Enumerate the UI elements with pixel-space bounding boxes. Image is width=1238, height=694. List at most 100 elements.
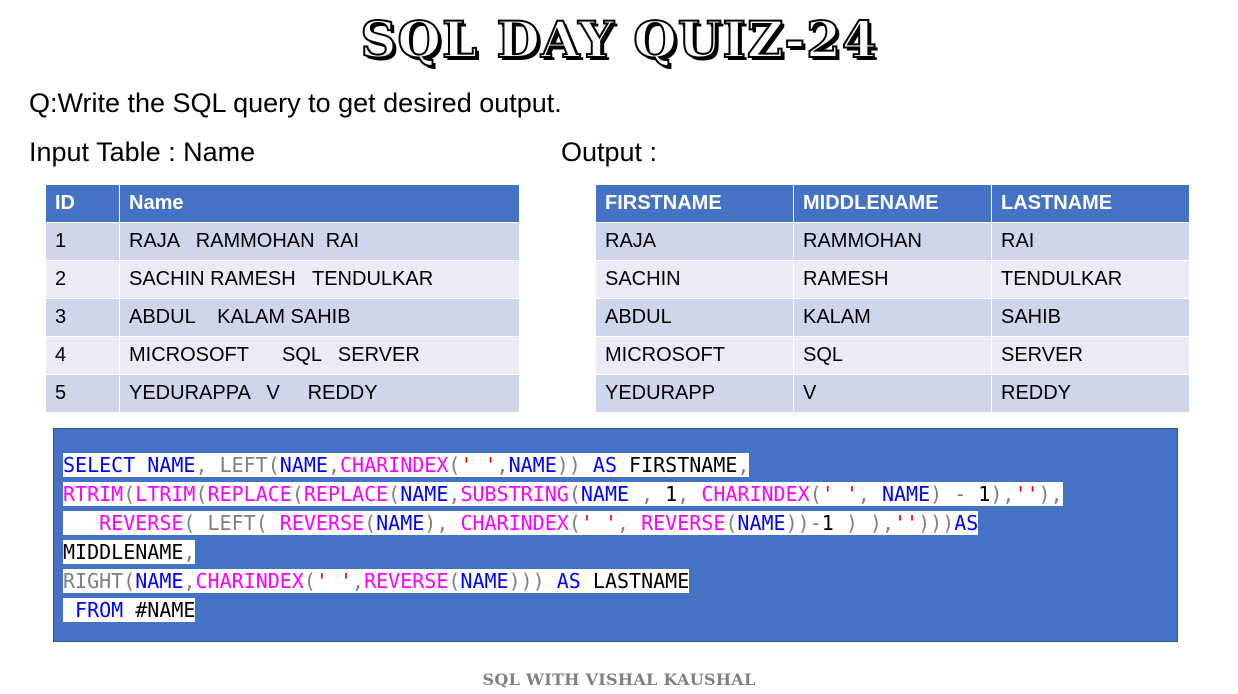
code-line: SELECT NAME, LEFT(NAME,CHARINDEX(' ',NAM… [63, 453, 750, 477]
code-token: ' ' [460, 453, 497, 477]
code-token: ' ' [315, 569, 353, 593]
code-token: )) [556, 453, 581, 477]
code-token: ( [291, 482, 304, 506]
cell-firstname: YEDURAPP [595, 374, 794, 413]
sql-code-box: SELECT NAME, LEFT(NAME,CHARINDEX(' ',NAM… [53, 428, 1178, 642]
cell-firstname: ABDUL [595, 298, 794, 337]
cell-name: MICROSOFT SQL SERVER [119, 336, 520, 375]
code-token: ) [845, 511, 858, 535]
code-token: ( [123, 569, 136, 593]
code-line: MIDDLENAME, [63, 540, 196, 564]
code-token: ( [448, 453, 461, 477]
code-token: SELECT [63, 453, 136, 477]
cell-id: 1 [45, 222, 120, 261]
input-table-label: Input Table : Name [29, 137, 256, 167]
cell-lastname: TENDULKAR [991, 260, 1190, 299]
cell-name: YEDURAPPA V REDDY [119, 374, 520, 413]
cell-middlename: KALAM [793, 298, 992, 337]
code-token: RTRIM [63, 482, 124, 506]
code-token: , [352, 569, 365, 593]
table-header-row: ID Name [45, 184, 520, 223]
cell-middlename: RAMESH [793, 260, 992, 299]
code-token: ( [183, 511, 196, 535]
code-token: NAME [580, 482, 630, 506]
footer-credit: SQL WITH VISHAL KAUSHAL [482, 670, 756, 689]
code-token: ), [424, 511, 449, 535]
code-token: RIGHT [63, 569, 124, 593]
table-row: 1 RAJA RAMMOHAN RAI [45, 222, 520, 261]
column-header-middlename: MIDDLENAME [793, 184, 992, 223]
code-token: '' [1014, 482, 1039, 506]
table-row: 3 ABDUL KALAM SAHIB [45, 298, 520, 337]
input-table: ID Name 1 RAJA RAMMOHAN RAI 2 SACHIN RAM… [45, 184, 520, 413]
code-token: NAME [147, 453, 196, 477]
code-token: NAME [279, 453, 328, 477]
code-token: FIRSTNAME [617, 453, 738, 477]
page-title: SQL DAY QUIZ-24 [359, 9, 878, 70]
code-token: #NAME [123, 598, 196, 622]
code-token: ( [255, 511, 268, 535]
code-token: , [496, 453, 509, 477]
table-row: YEDURAPP V REDDY [595, 374, 1190, 413]
code-token: REPLACE [303, 482, 389, 506]
code-token: ))) [508, 569, 545, 593]
column-header-name: Name [119, 184, 520, 223]
code-token: ( [568, 482, 581, 506]
code-line: FROM #NAME [63, 598, 196, 622]
code-token: LASTNAME [580, 569, 690, 593]
code-token: , [677, 482, 690, 506]
column-header-lastname: LASTNAME [991, 184, 1190, 223]
code-token: ( [809, 482, 822, 506]
cell-middlename: RAMMOHAN [793, 222, 992, 261]
code-token: MIDDLENAME [63, 540, 184, 564]
code-token: ( [725, 511, 738, 535]
code-token: AS [556, 569, 581, 593]
code-token: LEFT [219, 453, 268, 477]
code-token: CHARINDEX [460, 511, 569, 535]
cell-id: 5 [45, 374, 120, 413]
code-token: LTRIM [135, 482, 196, 506]
cell-middlename: SQL [793, 336, 992, 375]
table-row: MICROSOFT SQL SERVER [595, 336, 1190, 375]
cell-lastname: RAI [991, 222, 1190, 261]
code-token: NAME [881, 482, 931, 506]
code-token: LEFT [207, 511, 256, 535]
cell-firstname: MICROSOFT [595, 336, 794, 375]
output-label: Output : [561, 137, 658, 167]
cell-name: ABDUL KALAM SAHIB [119, 298, 520, 337]
question-text: Q:Write the SQL query to get desired out… [29, 88, 562, 118]
code-token: NAME [460, 569, 509, 593]
code-token: ( [568, 511, 581, 535]
code-token: ( [303, 569, 316, 593]
table-header-row: FIRSTNAME MIDDLENAME LASTNAME [595, 184, 1190, 223]
code-line: REVERSE( LEFT( REVERSE(NAME), CHARINDEX(… [63, 511, 979, 535]
code-token: ), [1038, 482, 1063, 506]
code-token: ), [990, 482, 1015, 506]
code-token: , [641, 482, 654, 506]
cell-name: SACHIN RAMESH TENDULKAR [119, 260, 520, 299]
cell-firstname: SACHIN [595, 260, 794, 299]
code-token: ( [267, 453, 280, 477]
code-token: ' ' [580, 511, 617, 535]
cell-lastname: SERVER [991, 336, 1190, 375]
output-table: FIRSTNAME MIDDLENAME LASTNAME RAJA RAMMO… [595, 184, 1190, 413]
code-token: ( [195, 482, 208, 506]
code-token: ( [123, 482, 136, 506]
table-row: ABDUL KALAM SAHIB [595, 298, 1190, 337]
code-token: ( [388, 482, 401, 506]
code-token: AS [592, 453, 617, 477]
code-token: , [183, 540, 196, 564]
code-token: FROM [75, 598, 124, 622]
code-line: RTRIM(LTRIM(REPLACE(REPLACE(NAME,SUBSTRI… [63, 482, 1063, 506]
code-token: ( [364, 511, 377, 535]
code-token: AS [954, 511, 979, 535]
code-token: ( [448, 569, 461, 593]
